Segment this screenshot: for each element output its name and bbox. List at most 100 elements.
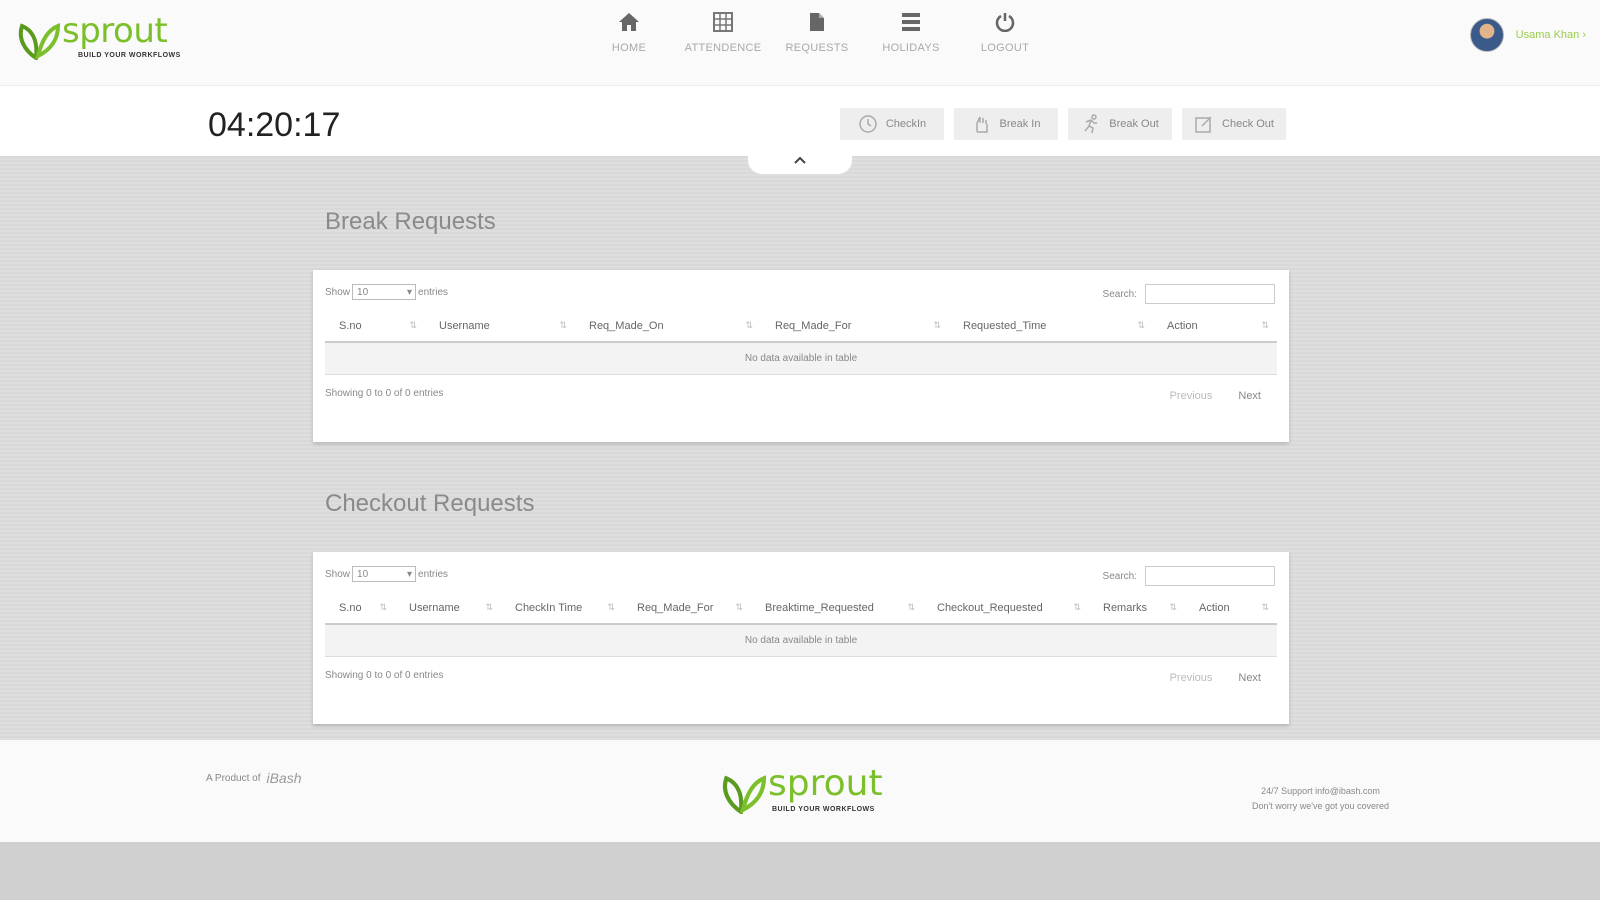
nav-requests[interactable]: REQUESTS [770, 12, 864, 62]
checkin-button[interactable]: CheckIn [840, 108, 944, 140]
table-info: Showing 0 to 0 of 0 entries [325, 670, 444, 681]
table-header-row: S.no ⇅ Username ⇅ Req_Made_On ⇅ Req_Made_Fo… [325, 310, 1277, 343]
list-icon [902, 13, 920, 31]
table-row: No data available in table [325, 342, 1277, 375]
next-button[interactable]: Next [1238, 390, 1261, 402]
entries-length: Show 10 ▾ entries [325, 566, 448, 582]
column-header[interactable]: Username ⇅ [395, 592, 501, 625]
break-out-label: Break Out [1109, 118, 1159, 130]
search-input[interactable] [1145, 284, 1275, 304]
collapse-toggle[interactable] [748, 154, 852, 174]
leaf-logo-icon [18, 23, 60, 60]
show-label: Show [325, 568, 351, 580]
sort-icon: ⇅ [907, 602, 915, 612]
main-nav: HOME ATTENDENCE REQUESTS HOLIDAYS LOGOUT [582, 12, 1052, 62]
attendance-actions: CheckIn Break In Break Out Check Out [840, 108, 1286, 140]
avatar[interactable] [1469, 18, 1504, 52]
column-header[interactable]: Remarks ⇅ [1089, 592, 1185, 625]
sort-icon: ⇅ [1137, 320, 1145, 330]
nav-label: LOGOUT [980, 42, 1030, 54]
column-header[interactable]: CheckIn Time ⇅ [501, 592, 623, 625]
break-requests-title: Break Requests [325, 208, 496, 235]
leaf-logo-icon [722, 775, 766, 814]
search-label: Search: [1102, 288, 1137, 300]
column-header[interactable]: Requested_Time ⇅ [949, 310, 1153, 343]
column-header[interactable]: Req_Made_For ⇅ [761, 310, 949, 343]
clock-icon [859, 115, 877, 133]
brand-tagline: BUILD YOUR WORKFLOWS [78, 52, 181, 59]
checkin-label: CheckIn [885, 118, 927, 130]
grid-icon [713, 12, 733, 32]
sort-icon: ⇅ [1169, 602, 1177, 612]
sort-icon: ⇅ [745, 320, 753, 330]
power-icon [995, 13, 1015, 32]
table-search: Search: [1103, 284, 1275, 304]
break-out-button[interactable]: Break Out [1068, 108, 1172, 140]
nav-attendence[interactable]: ATTENDENCE [676, 12, 770, 62]
sort-icon: ⇅ [735, 602, 743, 612]
entries-select[interactable]: 10 ▾ [352, 284, 417, 300]
entries-label: entries [418, 286, 449, 298]
column-header[interactable]: Action ⇅ [1185, 592, 1277, 625]
sort-icon: ⇅ [607, 602, 615, 612]
chevron-down-icon: ▾ [406, 286, 413, 298]
edit-icon [1195, 116, 1212, 133]
column-header[interactable]: Username ⇅ [425, 310, 575, 343]
column-header[interactable]: Breaktime_Requested ⇅ [751, 592, 923, 625]
home-icon [619, 13, 639, 31]
brand-name: sprout [62, 11, 168, 51]
sort-icon: ⇅ [1073, 602, 1081, 612]
next-button[interactable]: Next [1238, 672, 1261, 684]
column-header[interactable]: S.no ⇅ [325, 592, 395, 625]
entries-select[interactable]: 10 ▾ [352, 566, 417, 582]
column-header[interactable]: Action ⇅ [1153, 310, 1277, 343]
nav-holidays[interactable]: HOLIDAYS [864, 12, 958, 62]
sort-icon: ⇅ [1261, 602, 1269, 612]
page-bottom [0, 842, 1600, 900]
empty-message: No data available in table [325, 342, 1277, 375]
brand-tagline: BUILD YOUR WORKFLOWS [772, 806, 875, 813]
hand-icon [975, 116, 988, 133]
brand-name: sprout [768, 763, 883, 804]
sort-icon: ⇅ [1261, 320, 1269, 330]
support-info: 24/7 Support info@ibash.com Don't worry … [1252, 784, 1389, 814]
entries-label: entries [418, 568, 449, 580]
timer-bar: 04:20:17 CheckIn Break In Break Out Chec… [0, 86, 1600, 156]
sort-icon: ⇅ [485, 602, 493, 612]
search-input[interactable] [1145, 566, 1275, 586]
nav-label: REQUESTS [785, 42, 849, 54]
entries-length: Show 10 ▾ entries [325, 284, 448, 300]
break-requests-card: Show 10 ▾ entries Search: S.no ⇅ Username… [313, 270, 1289, 442]
chevron-down-icon: ▾ [406, 568, 413, 580]
product-label: A Product of [206, 772, 261, 784]
column-header[interactable]: Checkout_Requested ⇅ [923, 592, 1089, 625]
previous-button[interactable]: Previous [1170, 672, 1213, 684]
search-label: Search: [1102, 570, 1137, 582]
sort-icon: ⇅ [409, 320, 417, 330]
pagination: Previous Next [1170, 672, 1261, 684]
check-out-button[interactable]: Check Out [1182, 108, 1286, 140]
top-navbar: sprout BUILD YOUR WORKFLOWS HOME ATTENDE… [0, 0, 1600, 86]
nav-logout[interactable]: LOGOUT [958, 12, 1052, 62]
support-line: Don't worry we've got you covered [1252, 801, 1389, 811]
company-logo[interactable]: iBash [266, 770, 301, 786]
column-header[interactable]: Req_Made_For ⇅ [623, 592, 751, 625]
table-search: Search: [1103, 566, 1275, 586]
entries-value: 10 [357, 568, 369, 580]
checkout-requests-title: Checkout Requests [325, 490, 535, 517]
check-out-label: Check Out [1222, 118, 1274, 130]
sort-icon: ⇅ [933, 320, 941, 330]
nav-home[interactable]: HOME [582, 12, 676, 62]
table-info: Showing 0 to 0 of 0 entries [325, 388, 444, 399]
sprout-logo[interactable]: sprout BUILD YOUR WORKFLOWS [16, 11, 180, 64]
column-header[interactable]: S.no ⇅ [325, 310, 425, 343]
previous-button[interactable]: Previous [1170, 390, 1213, 402]
pagination: Previous Next [1170, 390, 1261, 402]
footer: A Product of iBash sprout BUILD YOUR WOR… [0, 740, 1600, 842]
break-in-label: Break In [999, 118, 1041, 130]
break-requests-table: S.no ⇅ Username ⇅ Req_Made_On ⇅ Req_Made_Fo… [325, 310, 1277, 375]
column-header[interactable]: Req_Made_On ⇅ [575, 310, 761, 343]
user-menu[interactable]: Usama Khan › [1469, 18, 1586, 52]
break-in-button[interactable]: Break In [954, 108, 1058, 140]
user-name[interactable]: Usama Khan › [1516, 29, 1586, 41]
